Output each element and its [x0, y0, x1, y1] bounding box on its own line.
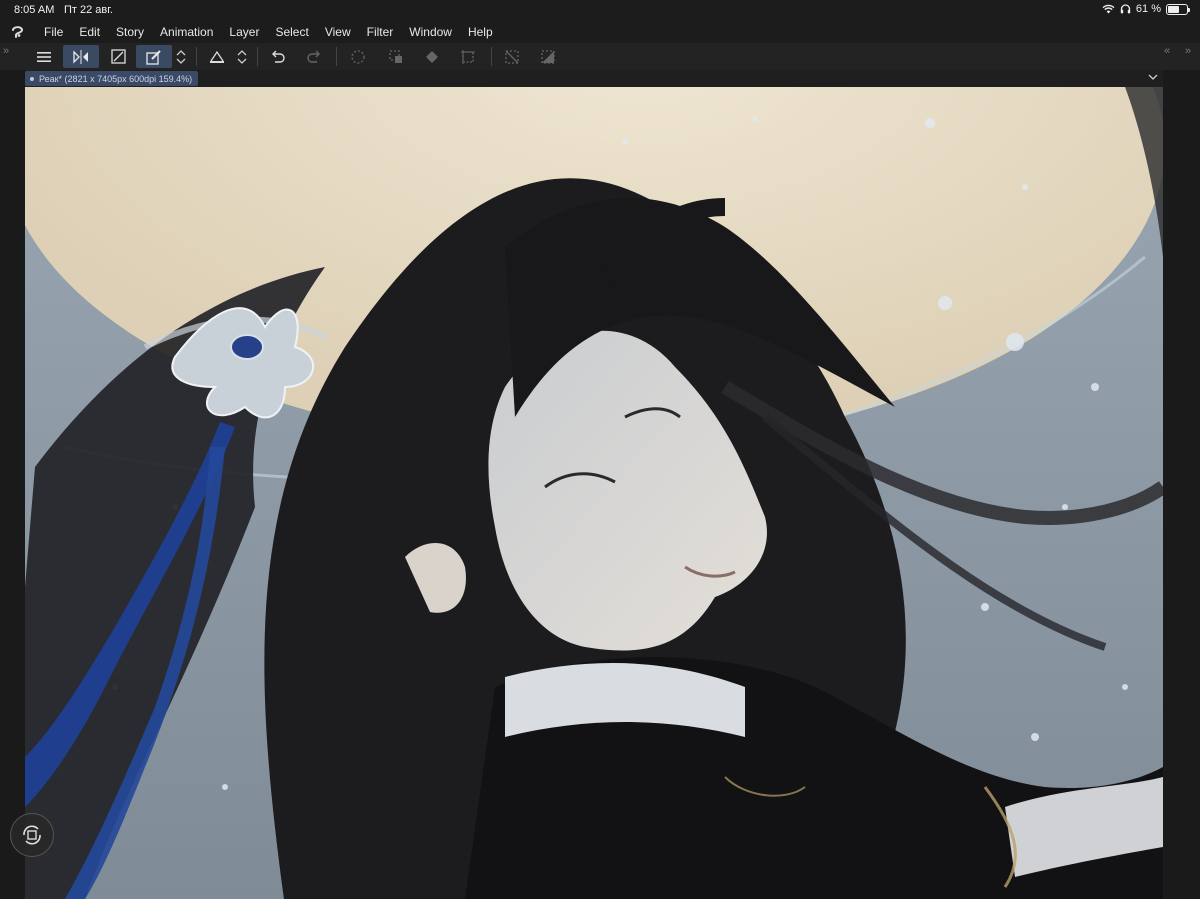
document-tab-label: Реак* (2821 x 7405px 600dpi 159.4%)	[39, 73, 193, 84]
battery-percent: 61 %	[1135, 3, 1161, 15]
drawing-canvas[interactable]	[25, 87, 1163, 899]
stepper-icon[interactable]	[173, 45, 189, 68]
ruler-icon[interactable]	[203, 45, 231, 68]
wifi-icon	[1102, 4, 1115, 14]
status-indicators: 61 %	[1102, 3, 1190, 15]
toolbar-divider	[491, 47, 492, 66]
battery-icon	[1166, 3, 1190, 15]
menu-layer[interactable]: Layer	[221, 25, 267, 39]
select-all-icon[interactable]	[344, 45, 372, 68]
flip-horizontal-icon[interactable]	[63, 45, 99, 68]
document-tab-row: Реак* (2821 x 7405px 600dpi 159.4%)	[25, 70, 1163, 87]
status-date: Пт 22 авг.	[64, 4, 113, 16]
menu-select[interactable]: Select	[267, 25, 316, 39]
stepper-icon-2[interactable]	[234, 45, 250, 68]
edit-canvas-icon[interactable]	[136, 45, 172, 68]
headphones-icon	[1120, 4, 1131, 14]
menu-animation[interactable]: Animation	[152, 25, 221, 39]
chevron-down-icon[interactable]	[1147, 72, 1159, 82]
toolbar-divider	[257, 47, 258, 66]
rotate-canvas-button[interactable]	[10, 813, 54, 857]
menu-view[interactable]: View	[317, 25, 359, 39]
status-time: 8:05 AM	[14, 4, 55, 16]
rotate-icon	[23, 825, 41, 845]
deselect-icon[interactable]	[382, 45, 410, 68]
menu-bar: File Edit Story Animation Layer Select V…	[0, 20, 1200, 43]
hamburger-menu-icon[interactable]	[30, 45, 58, 68]
menu-help[interactable]: Help	[460, 25, 501, 39]
document-tab[interactable]: Реак* (2821 x 7405px 600dpi 159.4%)	[25, 71, 199, 86]
undo-icon[interactable]	[264, 45, 292, 68]
menu-edit[interactable]: Edit	[71, 25, 108, 39]
toolbar-divider	[336, 47, 337, 66]
invert-icon[interactable]	[534, 45, 562, 68]
transform-icon[interactable]	[104, 45, 132, 68]
menu-window[interactable]: Window	[401, 25, 460, 39]
status-bar: 8:05 AM Пт 22 авг. 61 %	[0, 0, 1200, 20]
fill-icon[interactable]	[418, 45, 446, 68]
command-bar: » « »	[0, 43, 1200, 70]
app-logo-icon[interactable]	[0, 20, 36, 43]
expand-right-icon-2[interactable]: »	[1185, 45, 1191, 57]
redo-icon[interactable]	[300, 45, 328, 68]
toolbar-divider	[196, 47, 197, 66]
menu-file[interactable]: File	[36, 25, 71, 39]
expand-right-icon[interactable]: «	[1164, 45, 1170, 57]
modified-dot-icon	[30, 76, 34, 81]
artwork-illustration	[25, 87, 1163, 899]
crop-icon[interactable]	[454, 45, 482, 68]
menu-story[interactable]: Story	[108, 25, 152, 39]
expand-left-icon[interactable]: »	[3, 45, 9, 57]
menu-filter[interactable]: Filter	[359, 25, 402, 39]
clear-selection-icon[interactable]	[498, 45, 526, 68]
